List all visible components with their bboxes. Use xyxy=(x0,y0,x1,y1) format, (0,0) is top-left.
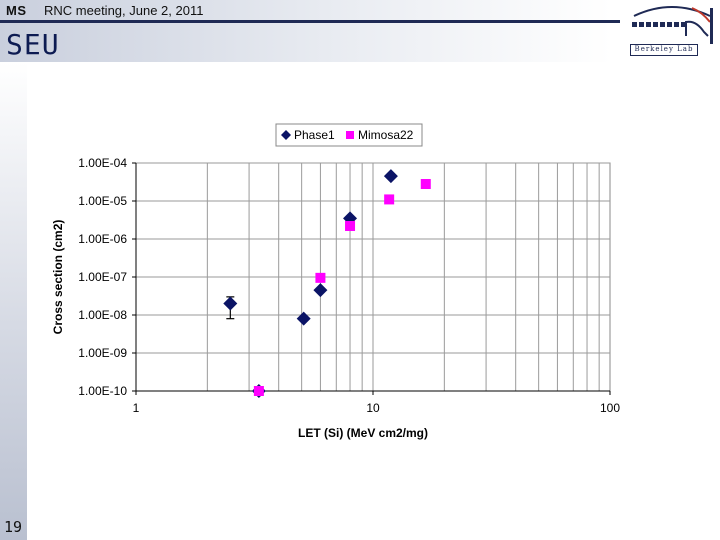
y-tick-label: 1.00E-04 xyxy=(78,156,127,170)
legend-phase1-label: Phase1 xyxy=(294,128,335,142)
seu-scatter-chart: 1.00E-10 1.00E-09 1.00E-08 1.00E-07 1.00E-06… xyxy=(51,123,620,440)
logo-wordmark: Berkeley Lab xyxy=(630,44,698,56)
y-tick-label: 1.00E-10 xyxy=(78,384,127,398)
mimosa22-point xyxy=(253,386,264,396)
page-number: 19 xyxy=(4,518,23,536)
x-tick-label: 100 xyxy=(600,401,620,415)
meeting-title: RNC meeting, June 2, 2011 xyxy=(44,3,204,18)
y-tick-label: 1.00E-08 xyxy=(78,308,127,322)
left-sidebar-bar xyxy=(0,62,27,540)
y-tick-label: 1.00E-05 xyxy=(78,194,127,208)
y-tick-label: 1.00E-09 xyxy=(78,346,127,360)
legend-mimosa22-marker xyxy=(346,131,354,139)
x-axis-title: LET (Si) (MeV cm2/mg) xyxy=(298,426,428,440)
x-tick-label: 1 xyxy=(133,401,140,415)
slide-title: SEU xyxy=(6,28,60,61)
y-tick-label: 1.00E-07 xyxy=(78,270,127,284)
mimosa22-point xyxy=(315,272,326,283)
legend-mimosa22-label: Mimosa22 xyxy=(358,128,414,142)
y-axis-title: Cross section (cm2) xyxy=(51,220,65,335)
mimosa22-point xyxy=(420,179,431,190)
mimosa22-point xyxy=(384,194,395,205)
y-tick-label: 1.00E-06 xyxy=(78,232,127,246)
mimosa22-point xyxy=(345,220,356,231)
header-rule xyxy=(0,20,620,23)
author-initials: MS xyxy=(6,3,27,18)
x-tick-label: 10 xyxy=(366,401,380,415)
